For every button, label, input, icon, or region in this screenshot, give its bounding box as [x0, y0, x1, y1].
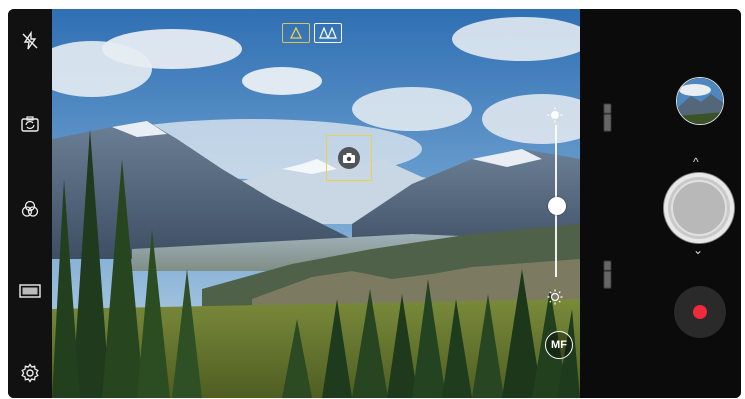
wide-lens-icon[interactable]: [314, 23, 342, 43]
right-control-bar: ▇ ▆ ▇ ▇ ▆ ▇ ^ ⌄: [580, 9, 741, 398]
camera-icon: [338, 147, 360, 169]
viewfinder[interactable]: MF: [52, 9, 580, 398]
aspect-ratio-icon[interactable]: [18, 279, 42, 303]
brightness-high-icon: [547, 107, 563, 123]
left-toolbar: [8, 9, 52, 398]
flash-off-icon[interactable]: [18, 29, 42, 53]
shutter-inner: [671, 180, 727, 236]
chevron-down-icon[interactable]: ⌄: [693, 243, 703, 257]
manual-focus-button[interactable]: MF: [545, 331, 573, 359]
landscape-preview: [52, 9, 580, 398]
gallery-thumbnail[interactable]: [676, 77, 724, 125]
record-button[interactable]: [674, 286, 726, 338]
shutter-button[interactable]: [664, 173, 734, 243]
chevron-up-icon[interactable]: ^: [693, 155, 699, 169]
brightness-slider-handle[interactable]: [548, 197, 566, 215]
faint-label-top: ▇ ▆ ▇: [604, 103, 611, 131]
focus-box[interactable]: [326, 135, 372, 181]
faint-label-bottom: ▇ ▆ ▇: [604, 260, 611, 288]
filter-icon[interactable]: [18, 197, 42, 221]
switch-camera-icon[interactable]: [18, 112, 42, 136]
settings-icon[interactable]: [18, 361, 42, 385]
record-dot-icon: [693, 305, 707, 319]
standard-lens-icon[interactable]: [282, 23, 310, 43]
brightness-low-icon: [547, 289, 563, 305]
camera-screen: MF ▇ ▆ ▇ ▇ ▆ ▇ ^ ⌄: [8, 9, 741, 398]
